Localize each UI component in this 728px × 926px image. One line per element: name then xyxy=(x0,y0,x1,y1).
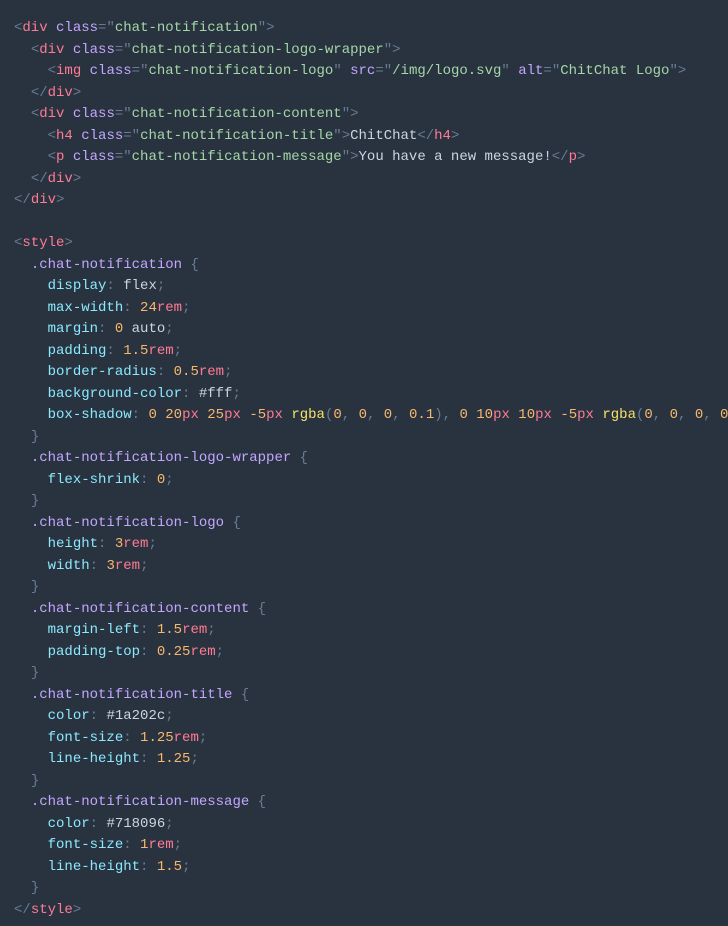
code-block: <div class="chat-notification"> <div cla… xyxy=(14,18,714,921)
